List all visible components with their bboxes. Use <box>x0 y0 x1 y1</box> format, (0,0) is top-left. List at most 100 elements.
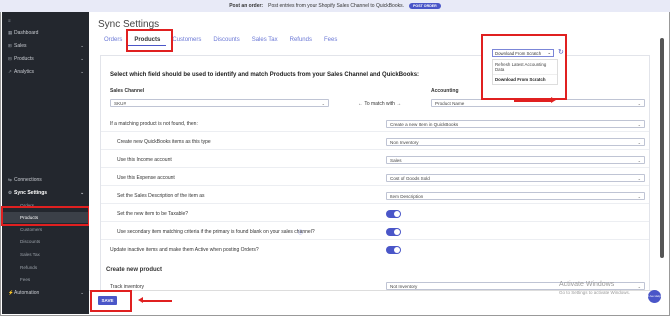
to-match-with-label: To match with <box>364 101 395 107</box>
sidebar-item-connections[interactable]: ⇆ Connections <box>2 174 89 185</box>
main-panel: Sync Settings Orders Products Customers … <box>89 12 657 314</box>
setting-row: If a matching product is not found, then… <box>101 117 649 132</box>
sidebar-item-label: Connections <box>14 176 42 183</box>
chevron-down-icon: ⌄ <box>637 100 641 106</box>
to-match-with-text: ← To match with → <box>358 101 402 107</box>
secondary-matching-toggle[interactable] <box>386 228 401 236</box>
chevron-down-icon: ⌄ <box>637 175 641 181</box>
dropdown-options: Refresh Latest Accounting Data Download … <box>492 59 558 85</box>
sidebar-item-dashboard[interactable]: ▦ Dashboard <box>2 27 89 38</box>
update-inactive-toggle[interactable] <box>386 246 401 254</box>
select-value: SKU# <box>114 100 127 106</box>
sidebar-item-products[interactable]: ⊟ Products ⌄ <box>2 53 89 64</box>
chevron-down-icon: ⌄ <box>637 121 641 127</box>
option-refresh-latest[interactable]: Refresh Latest Accounting Data <box>493 60 557 74</box>
sidebar-item-label: Products <box>14 55 34 62</box>
select-value: Non Inventory <box>390 139 419 145</box>
help-icon[interactable]: ⓘ <box>298 229 303 236</box>
setting-row: Set the Sales Description of the item as… <box>101 189 649 204</box>
setting-row: Create new QuickBooks items as this type… <box>101 135 649 150</box>
save-button[interactable]: SAVE <box>98 296 117 305</box>
chevron-down-icon: ⌄ <box>547 50 551 55</box>
settings-card: Select which field should be used to ide… <box>100 55 650 301</box>
banner-text: Post entries from your Shopify Sales Cha… <box>268 3 405 9</box>
tab-orders[interactable]: Orders <box>98 35 128 46</box>
dropdown-selected: Download From Scratch <box>495 50 542 56</box>
download-dropdown-button[interactable]: Download From Scratch ⌄ <box>492 49 554 57</box>
highlight-products-tab <box>126 29 173 52</box>
accounting-label: Accounting <box>431 88 459 94</box>
chevron-down-icon: ⌄ <box>80 42 84 48</box>
live-help-button[interactable]: Live Help <box>648 290 661 303</box>
option-download-from-scratch[interactable]: Download From Scratch <box>493 74 557 84</box>
tab-sales-tax[interactable]: Sales Tax <box>246 35 284 46</box>
chevron-down-icon: ⌄ <box>80 68 84 74</box>
setting-label: Set the new item to be Taxable? <box>117 211 189 217</box>
setting-row: Set the new item to be Taxable? <box>101 207 649 222</box>
setting-row: Use this Expense account Cost of Goods S… <box>101 171 649 186</box>
taxable-toggle[interactable] <box>386 210 401 218</box>
refresh-icon[interactable]: ↻ <box>558 48 564 56</box>
income-account-select[interactable]: Sales ⌄ <box>386 156 645 164</box>
watermark-title: Activate Windows <box>559 281 615 288</box>
setting-row: Use secondary item matching criteria if … <box>101 225 649 240</box>
sidebar-sub-fees[interactable]: Fees <box>2 274 89 285</box>
scrollbar[interactable] <box>660 38 664 258</box>
sidebar-item-automation[interactable]: ⚡ Automation ⌄ <box>2 287 89 298</box>
chevron-down-icon: ⌄ <box>321 100 325 106</box>
tab-discounts[interactable]: Discounts <box>207 35 245 46</box>
windows-watermark: Activate Windows Go to Settings to activa… <box>559 281 630 297</box>
sales-description-select[interactable]: Item Description ⌄ <box>386 192 645 200</box>
select-value: Cost of Goods Sold <box>390 175 430 181</box>
download-dropdown-panel: Download From Scratch ⌄ ↻ Refresh Latest … <box>481 34 567 100</box>
sidebar: ≡ ▦ Dashboard ⊞ Sales ⌄ ⊟ Products ⌄ ↗ Analyti… <box>2 12 89 314</box>
sidebar-item-label: Sales <box>14 42 27 49</box>
menu-toggle[interactable]: ≡ <box>2 15 89 26</box>
setting-label: Use secondary item matching criteria if … <box>117 229 315 235</box>
setting-row: Use this Income account Sales ⌄ <box>101 153 649 168</box>
setting-label: Use this Expense account <box>117 175 175 181</box>
not-found-action-select[interactable]: Create a new Item in QuickBooks ⌄ <box>386 120 645 128</box>
chevron-down-icon: ⌄ <box>637 283 641 289</box>
tab-fees[interactable]: Fees <box>318 35 343 46</box>
chevron-down-icon: ⌄ <box>637 193 641 199</box>
setting-row: Update inactive items and make them Acti… <box>101 243 649 258</box>
select-value: Sales <box>390 157 402 163</box>
select-value: Not Inventory <box>390 283 418 289</box>
sidebar-item-sync-settings[interactable]: ⚙ Sync Settings ⌄ <box>2 187 89 198</box>
watermark-sub: Go to Settings to activate Windows. <box>559 290 631 295</box>
annotation-arrow-right <box>514 97 556 103</box>
sidebar-sub-sales-tax[interactable]: Sales Tax <box>2 249 89 260</box>
tab-refunds[interactable]: Refunds <box>284 35 318 46</box>
top-banner: Post an order: Post entries from your Sh… <box>0 0 670 12</box>
sidebar-item-label: Automation <box>14 289 40 296</box>
sidebar-item-label: Analytics <box>14 68 35 75</box>
highlight-products-sidebar <box>1 206 90 226</box>
chevron-down-icon: ⌄ <box>80 289 84 295</box>
chevron-down-icon: ⌄ <box>80 55 84 61</box>
sales-channel-label: Sales Channel <box>110 88 145 94</box>
item-type-select[interactable]: Non Inventory ⌄ <box>386 138 645 146</box>
setting-label: Create new QuickBooks items as this type <box>117 139 211 145</box>
chevron-down-icon: ⌄ <box>80 189 84 195</box>
section-heading: Select which field should be used to ide… <box>110 72 420 78</box>
sidebar-sub-discounts[interactable]: Discounts <box>2 236 89 247</box>
setting-label: Use this Income account <box>117 157 172 163</box>
select-value: Create a new Item in QuickBooks <box>390 121 459 127</box>
sidebar-item-analytics[interactable]: ↗ Analytics ⌄ <box>2 66 89 77</box>
chevron-down-icon: ⌄ <box>637 157 641 163</box>
expense-account-select[interactable]: Cost of Goods Sold ⌄ <box>386 174 645 182</box>
sidebar-sub-refunds[interactable]: Refunds <box>2 262 89 273</box>
banner-prefix: Post an order: <box>229 3 264 9</box>
create-new-product-heading: Create new product <box>106 267 163 273</box>
annotation-arrow-left <box>138 297 172 303</box>
setting-label: Set the Sales Description of the item as <box>117 193 205 199</box>
sidebar-item-sales[interactable]: ⊞ Sales ⌄ <box>2 40 89 51</box>
sales-channel-select[interactable]: SKU# ⌄ <box>110 99 329 107</box>
post-order-button[interactable]: POST ORDER <box>409 3 441 9</box>
hamburger-icon: ≡ <box>8 18 11 23</box>
setting-label: If a matching product is not found, then… <box>110 121 198 127</box>
select-value: Item Description <box>390 193 424 199</box>
sidebar-item-label: Sync Settings <box>14 189 48 196</box>
sidebar-item-label: Dashboard <box>14 29 39 36</box>
